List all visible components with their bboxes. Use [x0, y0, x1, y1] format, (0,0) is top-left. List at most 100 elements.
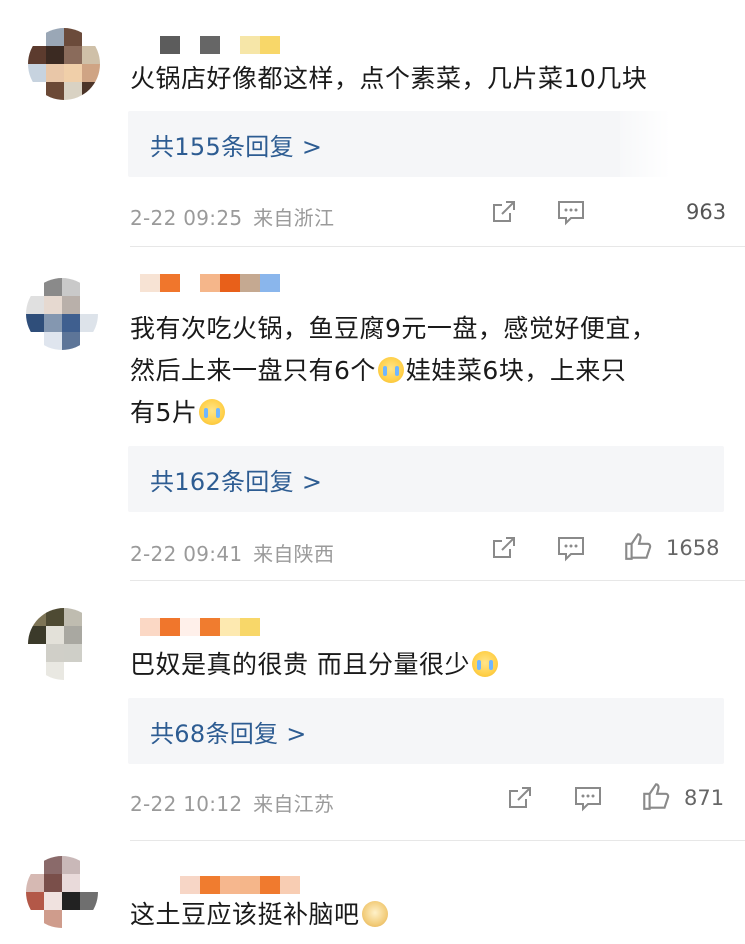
avatar-pixel	[28, 28, 46, 46]
avatar-pixel	[46, 644, 64, 662]
name-pixel	[260, 274, 280, 292]
avatar-pixel	[26, 892, 44, 910]
name-pixel	[180, 876, 200, 894]
avatar-pixel	[64, 28, 82, 46]
like-icon[interactable]	[622, 530, 654, 562]
comment-meta: 2-22 09:25 来自浙江	[130, 202, 334, 231]
avatar-pixel	[28, 626, 46, 644]
username-mosaic[interactable]	[140, 274, 370, 294]
name-pixel	[180, 36, 200, 54]
name-pixel	[240, 274, 260, 292]
avatar-pixel	[80, 296, 98, 314]
avatar-pixel	[62, 314, 80, 332]
replies-button[interactable]: 共68条回复 >	[128, 698, 724, 764]
replies-button[interactable]: 共162条回复 >	[128, 446, 724, 512]
username-mosaic[interactable]	[140, 618, 390, 638]
avatar-pixel	[28, 64, 46, 82]
avatar-pixel	[44, 856, 62, 874]
like-count: 1658	[666, 536, 720, 560]
name-pixel	[240, 876, 260, 894]
avatar-pixel	[80, 278, 98, 296]
name-pixel	[160, 274, 180, 292]
avatar-pixel	[28, 46, 46, 64]
comment-date: 2-22 10:12	[130, 792, 243, 816]
avatar-pixel	[82, 608, 100, 626]
comment-icon[interactable]	[573, 784, 603, 812]
avatar-pixel	[44, 314, 62, 332]
name-pixel	[240, 36, 260, 54]
avatar-pixel	[82, 626, 100, 644]
comment-location: 来自陕西	[253, 542, 335, 566]
name-pixel	[220, 274, 240, 292]
share-icon[interactable]	[506, 784, 534, 812]
avatar[interactable]	[28, 608, 100, 680]
divider	[130, 840, 745, 841]
replies-label: 共162条回复 >	[150, 467, 323, 496]
avatar-pixel	[80, 332, 98, 350]
avatar-pixel	[62, 910, 80, 928]
avatar-pixel	[64, 64, 82, 82]
avatar-pixel	[26, 910, 44, 928]
avatar[interactable]	[26, 278, 98, 350]
comment-icon[interactable]	[556, 198, 586, 226]
name-pixel	[280, 876, 300, 894]
avatar-pixel	[62, 892, 80, 910]
avatar-pixel	[64, 626, 82, 644]
avatar-pixel	[28, 82, 46, 100]
doge-emoji-icon	[361, 901, 388, 927]
name-pixel	[200, 274, 220, 292]
avatar-pixel	[46, 28, 64, 46]
avatar-pixel	[62, 856, 80, 874]
avatar-pixel	[44, 278, 62, 296]
username-mosaic[interactable]	[180, 876, 400, 896]
username-mosaic[interactable]	[160, 36, 420, 56]
blur-overlay	[620, 110, 745, 250]
comment-icon[interactable]	[556, 534, 586, 562]
like-icon[interactable]	[640, 780, 672, 812]
avatar[interactable]	[28, 28, 100, 100]
name-pixel	[180, 274, 200, 292]
avatar-pixel	[82, 46, 100, 64]
name-pixel	[160, 36, 180, 54]
avatar[interactable]	[26, 856, 98, 928]
comment-item: 这土豆应该挺补脑吧	[0, 850, 745, 944]
like-count-partial: 963	[686, 200, 727, 224]
avatar-pixel	[80, 314, 98, 332]
avatar-pixel	[80, 892, 98, 910]
avatar-pixel	[46, 82, 64, 100]
name-pixel	[200, 618, 220, 636]
like-count: 871	[684, 786, 725, 810]
avatar-pixel	[62, 874, 80, 892]
avatar-pixel	[82, 64, 100, 82]
crying-emoji-icon	[199, 399, 226, 425]
share-icon[interactable]	[490, 534, 518, 562]
replies-label: 共155条回复 >	[150, 132, 323, 161]
avatar-pixel	[46, 626, 64, 644]
comment-text: 火锅店好像都这样，点个素菜，几片菜10几块	[130, 64, 648, 93]
avatar-pixel	[46, 662, 64, 680]
comment-item: 火锅店好像都这样，点个素菜，几片菜10几块 共155条回复 > 2-22 09:…	[0, 0, 745, 250]
avatar-pixel	[64, 662, 82, 680]
name-pixel	[220, 876, 240, 894]
divider	[130, 580, 745, 581]
avatar-pixel	[64, 82, 82, 100]
comment-text: 巴奴是真的很贵 而且分量很少	[130, 644, 715, 686]
share-icon[interactable]	[490, 198, 518, 226]
avatar-pixel	[62, 296, 80, 314]
avatar-pixel	[80, 910, 98, 928]
avatar-pixel	[28, 608, 46, 626]
divider	[130, 246, 745, 247]
comment-meta: 2-22 10:12 来自江苏	[130, 788, 334, 817]
avatar-pixel	[46, 608, 64, 626]
name-pixel	[140, 618, 160, 636]
comment-item: 巴奴是真的很贵 而且分量很少 共68条回复 > 2-22 10:12 来自江苏 …	[0, 590, 745, 840]
avatar-pixel	[44, 296, 62, 314]
name-pixel	[260, 876, 280, 894]
name-pixel	[220, 36, 240, 54]
avatar-pixel	[82, 662, 100, 680]
avatar-pixel	[26, 278, 44, 296]
avatar-pixel	[64, 608, 82, 626]
avatar-pixel	[26, 314, 44, 332]
avatar-pixel	[26, 332, 44, 350]
comment-date: 2-22 09:41	[130, 542, 243, 566]
